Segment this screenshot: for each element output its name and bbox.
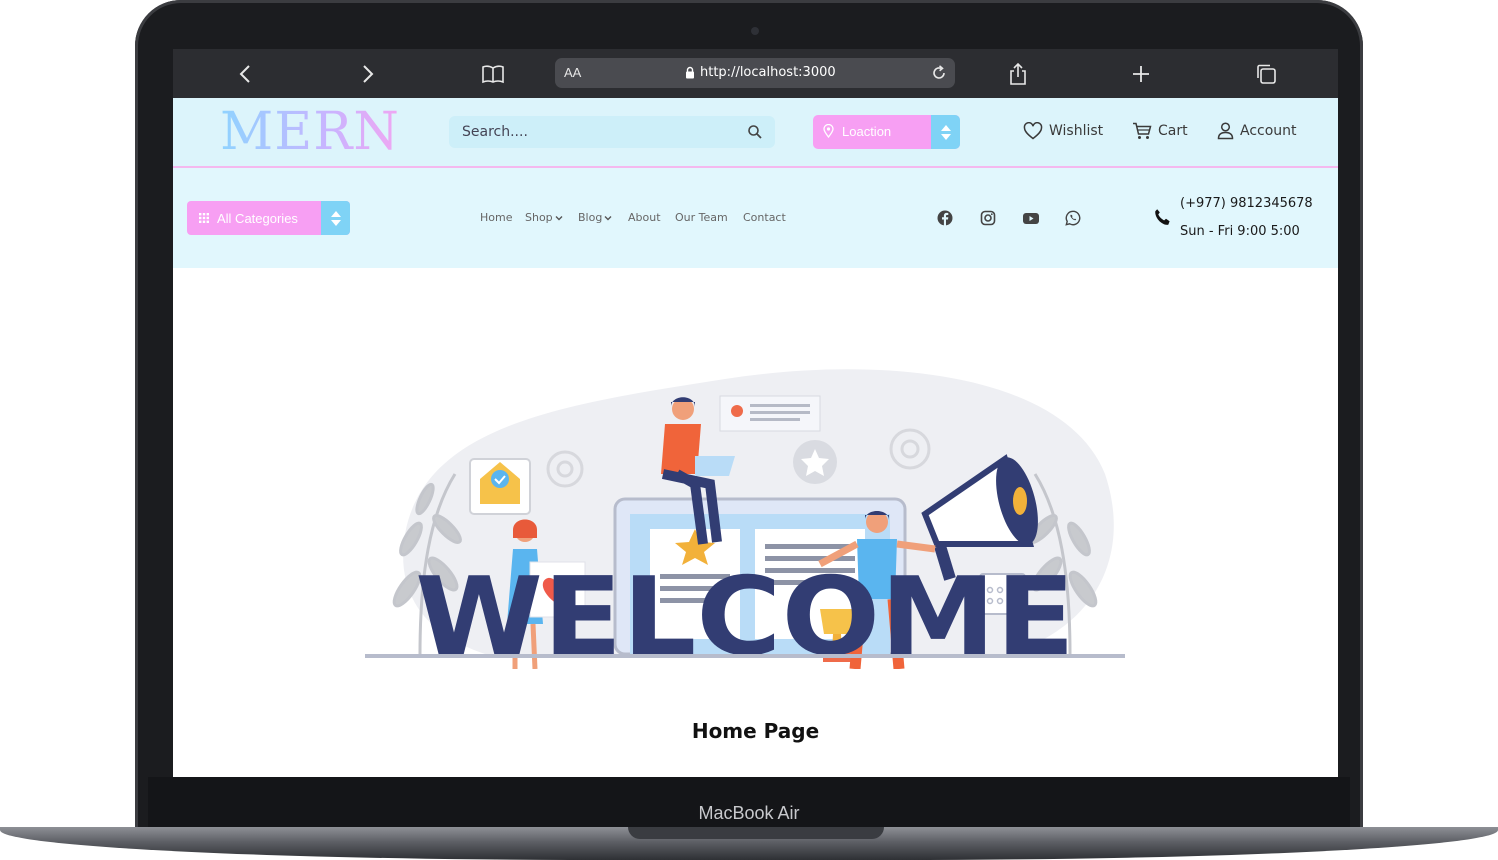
location-select[interactable]: Loaction: [813, 115, 960, 149]
contact-hours: Sun - Fri 9:00 5:00: [1180, 224, 1300, 239]
categories-label: All Categories: [217, 211, 298, 226]
ground-line: [365, 654, 1125, 658]
instagram-icon[interactable]: [980, 210, 996, 226]
map-pin-icon: [823, 124, 834, 138]
chevron-down-icon: [555, 215, 563, 220]
nav-bar: All Categories Home Shop Blog About Our …: [173, 168, 1338, 268]
chevron-down-icon: [604, 215, 612, 220]
chevron-right-icon: [363, 65, 374, 83]
select-arrows-icon: [321, 201, 350, 235]
share-icon: [1010, 62, 1026, 85]
share-button[interactable]: [1005, 61, 1031, 87]
tabs-icon: [1257, 64, 1276, 84]
search-input[interactable]: [449, 116, 742, 148]
phone-icon: [1155, 209, 1170, 225]
heart-icon: [1023, 122, 1043, 140]
whatsapp-icon[interactable]: [1065, 210, 1081, 226]
wishlist-label: Wishlist: [1049, 123, 1104, 139]
device-brand-label: MacBook Air: [698, 803, 800, 823]
site-header: MERN Loaction Wishlist Cart Account: [173, 98, 1338, 168]
nav-item-label: Shop: [525, 211, 553, 224]
page-title: Home Page: [691, 719, 820, 743]
nav-item-our-team[interactable]: Our Team: [675, 211, 728, 224]
address-bar[interactable]: AA http://localhost:3000: [555, 58, 955, 88]
youtube-icon[interactable]: [1022, 210, 1040, 226]
wishlist-link[interactable]: Wishlist: [1023, 122, 1103, 140]
laptop-notch: [628, 827, 884, 839]
location-label: Loaction: [842, 124, 892, 139]
url-text: http://localhost:3000: [700, 65, 836, 80]
account-link[interactable]: Account: [1217, 122, 1297, 140]
tabs-button[interactable]: [1253, 61, 1279, 87]
search-icon[interactable]: [747, 124, 763, 140]
profile-card-icon: [719, 395, 821, 432]
site-logo[interactable]: MERN: [220, 102, 400, 162]
back-button[interactable]: [232, 61, 258, 87]
cart-label: Cart: [1158, 123, 1188, 139]
nav-item-label: Blog: [578, 211, 603, 224]
search-box[interactable]: [449, 116, 775, 148]
nav-item-label: Our Team: [675, 211, 728, 224]
welcome-illustration: WELCOME: [365, 369, 1125, 669]
nav-item-about[interactable]: About: [628, 211, 661, 224]
reload-icon[interactable]: [929, 63, 949, 83]
nav-item-blog[interactable]: Blog: [578, 211, 612, 224]
browser-toolbar: AA http://localhost:3000: [173, 49, 1338, 98]
nav-item-label: About: [628, 211, 661, 224]
cart-icon: [1133, 122, 1152, 139]
envelope-icon: [469, 458, 531, 515]
nav-item-shop[interactable]: Shop: [525, 211, 563, 224]
plus-icon: [1133, 66, 1149, 82]
star-bubble-icon: [793, 440, 837, 484]
lock-icon: [686, 66, 694, 79]
welcome-banner-text: WELCOME: [415, 555, 1075, 669]
forward-button[interactable]: [355, 61, 381, 87]
camera-dot: [751, 27, 759, 35]
chevron-left-icon: [239, 65, 250, 83]
nav-item-label: Contact: [743, 211, 786, 224]
user-icon: [1217, 122, 1234, 140]
account-label: Account: [1240, 123, 1297, 139]
nav-item-contact[interactable]: Contact: [743, 211, 786, 224]
browser-screen: AA http://localhost:3000 MERN Loaction: [173, 49, 1338, 777]
all-categories-select[interactable]: All Categories: [187, 201, 350, 235]
grid-icon: [199, 213, 209, 223]
cart-link[interactable]: Cart: [1132, 122, 1188, 140]
new-tab-button[interactable]: [1128, 61, 1154, 87]
nav-item-home[interactable]: Home: [480, 211, 512, 224]
select-arrows-icon: [931, 115, 960, 149]
text-size-button[interactable]: AA: [564, 65, 581, 80]
contact-phone[interactable]: (+977) 9812345678: [1180, 196, 1313, 211]
nav-item-label: Home: [480, 211, 513, 224]
bookmarks-button[interactable]: [480, 61, 506, 87]
facebook-icon[interactable]: [937, 210, 953, 226]
book-icon: [482, 65, 504, 84]
